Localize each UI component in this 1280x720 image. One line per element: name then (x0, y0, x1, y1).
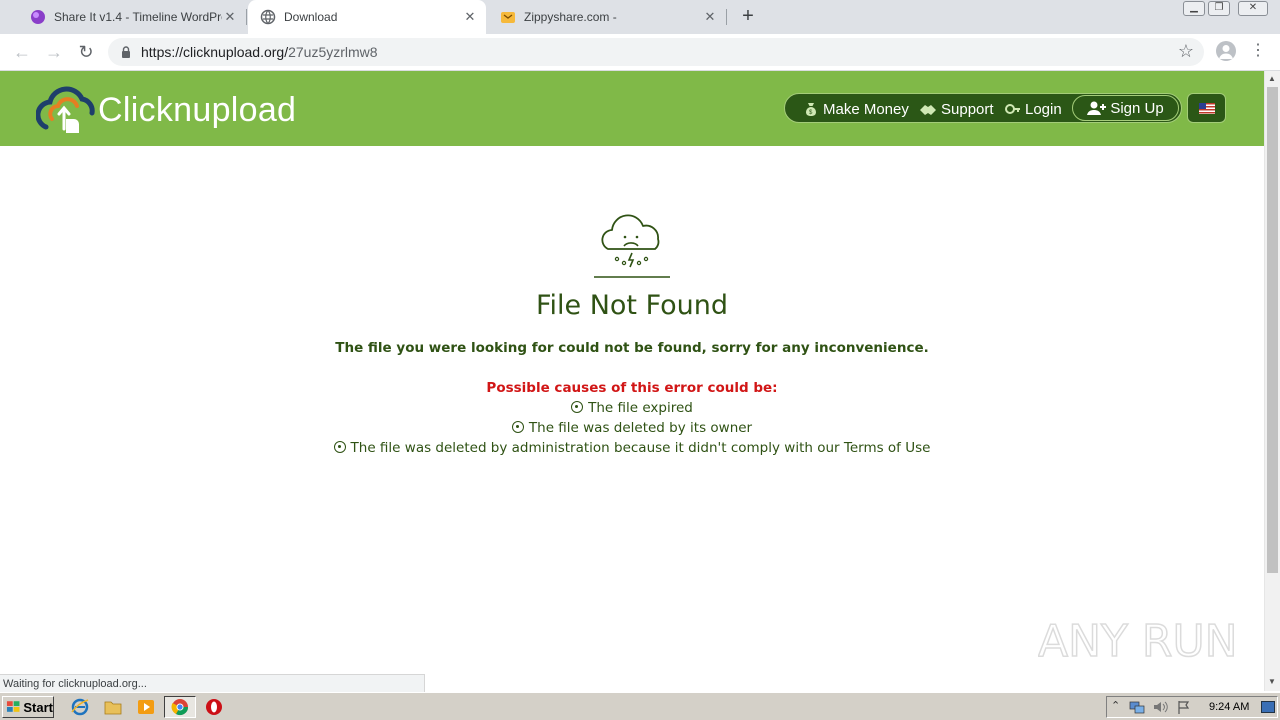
reload-button[interactable]: ↻ (74, 41, 98, 63)
tab-share-it[interactable]: Share It v1.4 - Timeline WordPress T ✕ (8, 0, 247, 34)
page-scrollbar[interactable]: ▲ ▼ (1264, 71, 1280, 691)
causes-heading: Possible causes of this error could be: (486, 380, 778, 396)
error-title: File Not Found (535, 290, 729, 321)
bookmark-star-icon[interactable]: ☆ (1178, 41, 1194, 62)
url-text[interactable]: https://clicknupload.org/27uz5yzrlmw8 (141, 44, 378, 60)
forward-button[interactable]: → (42, 41, 66, 63)
nav-login-label: Login (1025, 100, 1062, 118)
add-user-icon (1087, 101, 1107, 115)
clock[interactable]: 9:24 AM (1209, 701, 1249, 713)
taskbar: Start ⌃ 9:24 AM (0, 692, 1280, 720)
sign-up-button[interactable]: Sign Up (1072, 95, 1179, 121)
nav-login[interactable]: Login (1005, 94, 1062, 124)
taskbar-chrome-button[interactable] (164, 696, 196, 718)
nav-support-label: Support (941, 100, 994, 118)
show-desktop-icon[interactable] (1261, 701, 1275, 713)
url-path: 27uz5yzrlmw8 (288, 44, 378, 60)
scroll-up-icon[interactable]: ▲ (1268, 74, 1276, 83)
money-bag-icon: $ (806, 103, 816, 116)
key-icon (1005, 104, 1020, 114)
profile-avatar-icon[interactable] (1216, 41, 1236, 61)
show-hidden-icons-icon[interactable]: ⌃ (1111, 699, 1120, 712)
cause-text: The file was deleted by its owner (528, 420, 753, 436)
action-center-flag-icon[interactable] (1177, 700, 1191, 714)
page-viewport: Clicknupload $ Make Money Support Login … (0, 71, 1264, 691)
site-header: Clicknupload $ Make Money Support Login … (0, 71, 1264, 146)
anyrun-watermark: ANY RUN (1038, 615, 1238, 668)
cause-text: The file was deleted by administration b… (350, 440, 931, 456)
tab-title: Download (284, 10, 338, 24)
tab-zippyshare[interactable]: Zippyshare.com - ✕ (488, 0, 727, 34)
scroll-down-icon[interactable]: ▼ (1268, 677, 1276, 686)
error-message: The file you were looking for could not … (335, 340, 929, 356)
watermark-text: ANY RUN (1038, 616, 1238, 667)
close-window-button[interactable]: ✕ (1238, 1, 1268, 16)
cause-item: The file was deleted by its owner (0, 420, 1264, 436)
address-bar[interactable]: https://clicknupload.org/27uz5yzrlmw8 ☆ (108, 38, 1204, 66)
tab-strip: Share It v1.4 - Timeline WordPress T ✕ D… (0, 0, 1280, 34)
cause-item: The file was deleted by administration b… (0, 440, 1264, 456)
start-button[interactable]: Start (2, 696, 54, 718)
status-bubble: Waiting for clicknupload.org... (0, 674, 425, 692)
lock-icon[interactable] (121, 46, 131, 58)
site-logo-text[interactable]: Clicknupload (98, 91, 296, 130)
nav-support[interactable]: Support (919, 94, 994, 124)
opera-icon[interactable] (205, 698, 223, 716)
system-tray: ⌃ 9:24 AM (1106, 696, 1278, 718)
tab-download[interactable]: Download ✕ (248, 0, 486, 34)
internet-explorer-icon[interactable] (71, 698, 89, 716)
radio-bullet-icon (333, 441, 346, 453)
tab-title: Share It v1.4 - Timeline WordPress T (54, 10, 222, 24)
us-flag-icon (1199, 103, 1215, 114)
start-label: Start (23, 699, 53, 715)
language-selector[interactable] (1187, 93, 1226, 123)
minimize-button[interactable]: ▁ (1183, 1, 1205, 16)
cause-text: The file expired (588, 400, 693, 416)
purple-orb-icon (31, 10, 45, 24)
nav-make-money-label: Make Money (823, 100, 909, 118)
back-button[interactable]: ← (10, 41, 34, 63)
close-tab-icon[interactable]: ✕ (222, 9, 238, 25)
new-tab-button[interactable]: + (738, 6, 758, 28)
zippyshare-icon (501, 12, 515, 23)
top-nav: $ Make Money Support Login Sign Up (784, 93, 1182, 123)
close-tab-icon[interactable]: ✕ (462, 9, 478, 25)
radio-bullet-icon (571, 401, 584, 413)
globe-icon (260, 9, 276, 25)
chrome-icon (171, 699, 189, 716)
url-host: https://clicknupload.org/ (141, 44, 289, 60)
sign-up-label: Sign Up (1110, 99, 1164, 117)
cause-item: The file expired (0, 400, 1264, 416)
media-player-icon[interactable] (137, 698, 155, 716)
tab-title: Zippyshare.com - (524, 10, 617, 24)
scroll-thumb[interactable] (1267, 87, 1278, 573)
nav-make-money[interactable]: $ Make Money (803, 94, 909, 124)
handshake-icon (920, 105, 936, 115)
windows-logo-icon (6, 701, 20, 712)
browser-menu-icon[interactable]: ⋮ (1250, 40, 1266, 62)
browser-toolbar: ← → ↻ https://clicknupload.org/27uz5yzrl… (0, 34, 1280, 71)
sad-cloud-icon (594, 214, 670, 278)
folder-icon[interactable] (104, 698, 122, 716)
radio-bullet-icon (511, 421, 524, 433)
restore-button[interactable]: ❐ (1208, 1, 1230, 16)
close-tab-icon[interactable]: ✕ (702, 9, 718, 25)
network-icon[interactable] (1129, 700, 1145, 714)
volume-icon[interactable] (1153, 700, 1169, 714)
